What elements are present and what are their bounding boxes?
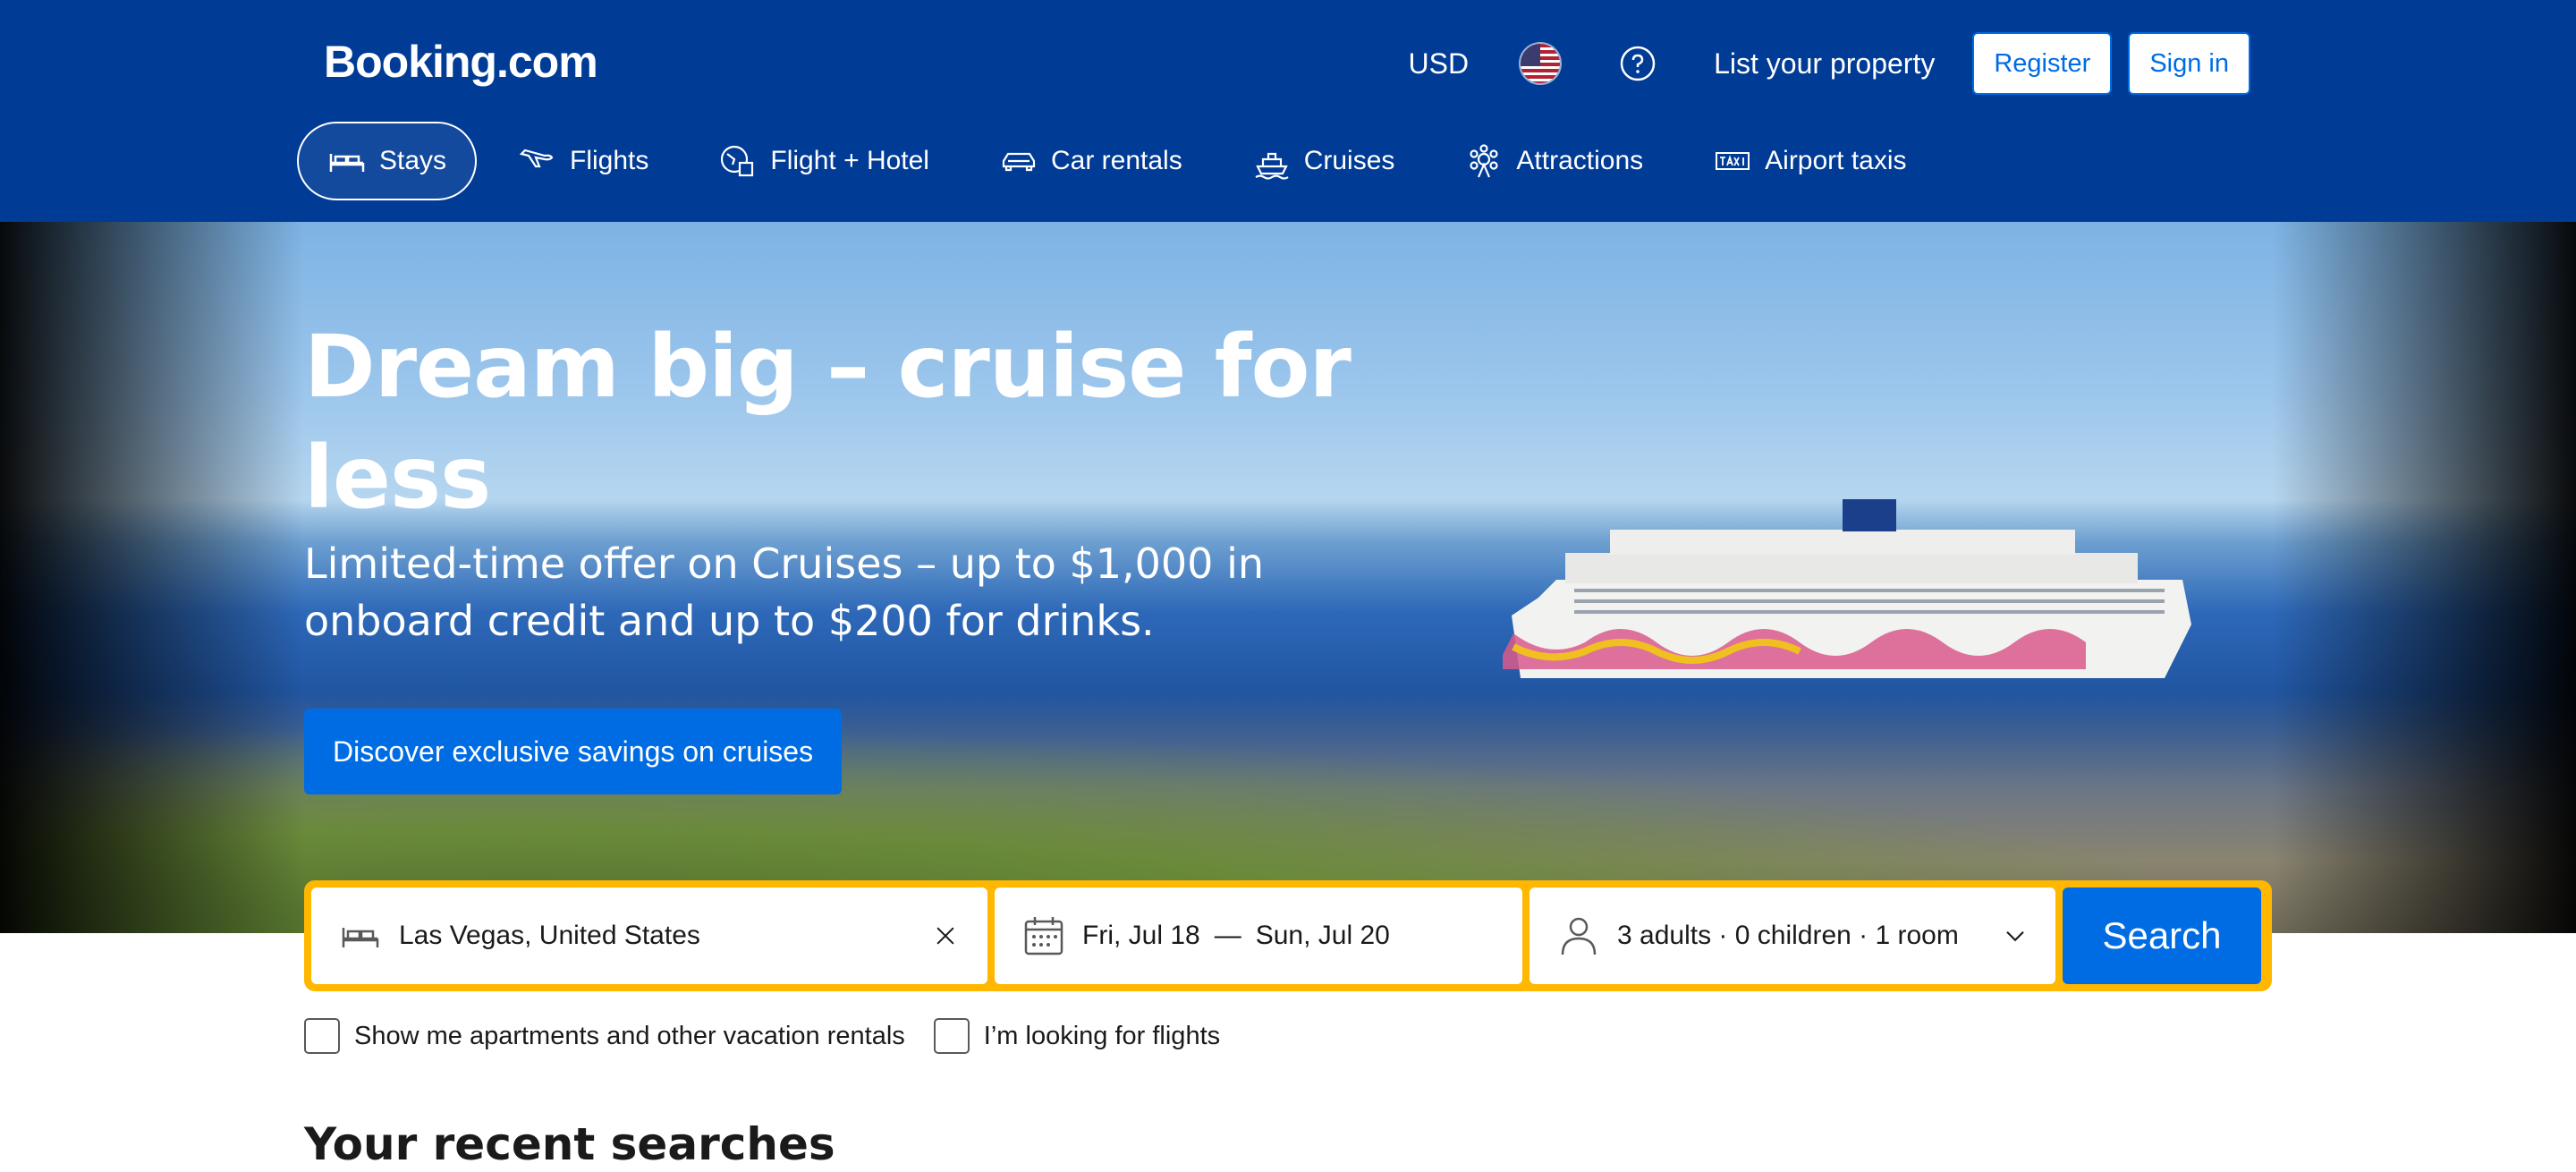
tab-label: Flights (570, 146, 649, 175)
currency-selector[interactable]: USD (1409, 47, 1470, 81)
dates-field[interactable]: Fri, Jul 18 — Sun, Jul 20 (995, 887, 1522, 984)
hero-headline: Dream big – cruise for less (304, 317, 1352, 528)
tab-label: Airport taxis (1765, 146, 1907, 175)
vignette-right (2272, 222, 2576, 933)
attractions-icon (1470, 144, 1499, 178)
flights-label: I’m looking for flights (983, 1021, 1221, 1050)
destination-input[interactable]: Las Vegas, United States (399, 921, 930, 951)
apartments-option[interactable]: Show me apartments and other vacation re… (304, 1018, 905, 1054)
flights-checkbox[interactable] (933, 1018, 970, 1054)
header-actions: USD List your property Register Sign in (1409, 32, 2250, 95)
product-nav: Stays Flights Flight + Hotel Car rentals (297, 122, 1948, 200)
bed-icon (329, 154, 365, 172)
flight-hotel-icon (721, 145, 754, 177)
chevron-down-icon[interactable] (2002, 922, 2029, 949)
apartments-checkbox[interactable] (304, 1018, 340, 1054)
recent-searches-heading: Your recent searches (304, 1118, 835, 1170)
date-separator: — (1214, 921, 1241, 950)
booking-logo[interactable]: Booking.com (324, 36, 598, 88)
vignette-left (0, 222, 304, 933)
discover-cruises-button[interactable]: Discover exclusive savings on cruises (304, 709, 843, 794)
tab-airport-taxis[interactable]: Airport taxis (1684, 122, 1935, 200)
clear-icon[interactable] (930, 921, 961, 951)
cruise-ship-image (1503, 499, 2191, 678)
guests-field[interactable]: 3 adults · 0 children · 1 room (1530, 887, 2055, 984)
calendar-icon (1024, 917, 1063, 955)
site-header: Booking.com USD List your property Regis… (0, 0, 2576, 222)
checkout-date[interactable]: Sun, Jul 20 (1256, 921, 1390, 951)
plane-icon (519, 149, 554, 168)
tab-car-rentals[interactable]: Car rentals (970, 122, 1211, 200)
us-flag-icon[interactable] (1519, 42, 1563, 85)
ship-icon (1255, 152, 1289, 180)
help-icon[interactable] (1619, 45, 1657, 82)
tab-label: Cruises (1303, 146, 1395, 175)
list-your-property-link[interactable]: List your property (1714, 47, 1935, 81)
register-button[interactable]: Register (1972, 32, 2113, 95)
search-bar: Las Vegas, United States Fri, Jul 18 — S… (304, 880, 2272, 991)
search-options: Show me apartments and other vacation re… (304, 1018, 1249, 1054)
person-icon (1561, 917, 1597, 955)
tab-label: Attractions (1516, 146, 1644, 175)
tab-attractions[interactable]: Attractions (1436, 122, 1672, 200)
destination-field[interactable]: Las Vegas, United States (311, 887, 987, 984)
sign-in-button[interactable]: Sign in (2128, 32, 2250, 95)
tab-cruises[interactable]: Cruises (1224, 122, 1424, 200)
tab-flights[interactable]: Flights (489, 122, 677, 200)
guests-summary[interactable]: 3 adults · 0 children · 1 room (1617, 921, 2002, 951)
tab-stays[interactable]: Stays (297, 122, 478, 200)
search-button[interactable]: Search (2063, 887, 2261, 984)
checkin-date[interactable]: Fri, Jul 18 (1082, 921, 1200, 951)
hero-banner: Dream big – cruise for less Limited-time… (0, 222, 2576, 933)
apartments-label: Show me apartments and other vacation re… (354, 1021, 905, 1050)
taxi-icon (1716, 152, 1750, 170)
tab-label: Stays (379, 146, 447, 175)
bed-icon (342, 928, 379, 947)
tab-label: Flight + Hotel (770, 146, 929, 175)
tab-flight-hotel[interactable]: Flight + Hotel (690, 122, 958, 200)
car-icon (1002, 152, 1036, 172)
tab-label: Car rentals (1050, 146, 1182, 175)
hero-subline: Limited-time offer on Cruises – up to $1… (304, 539, 1265, 645)
flights-option[interactable]: I’m looking for flights (933, 1018, 1221, 1054)
